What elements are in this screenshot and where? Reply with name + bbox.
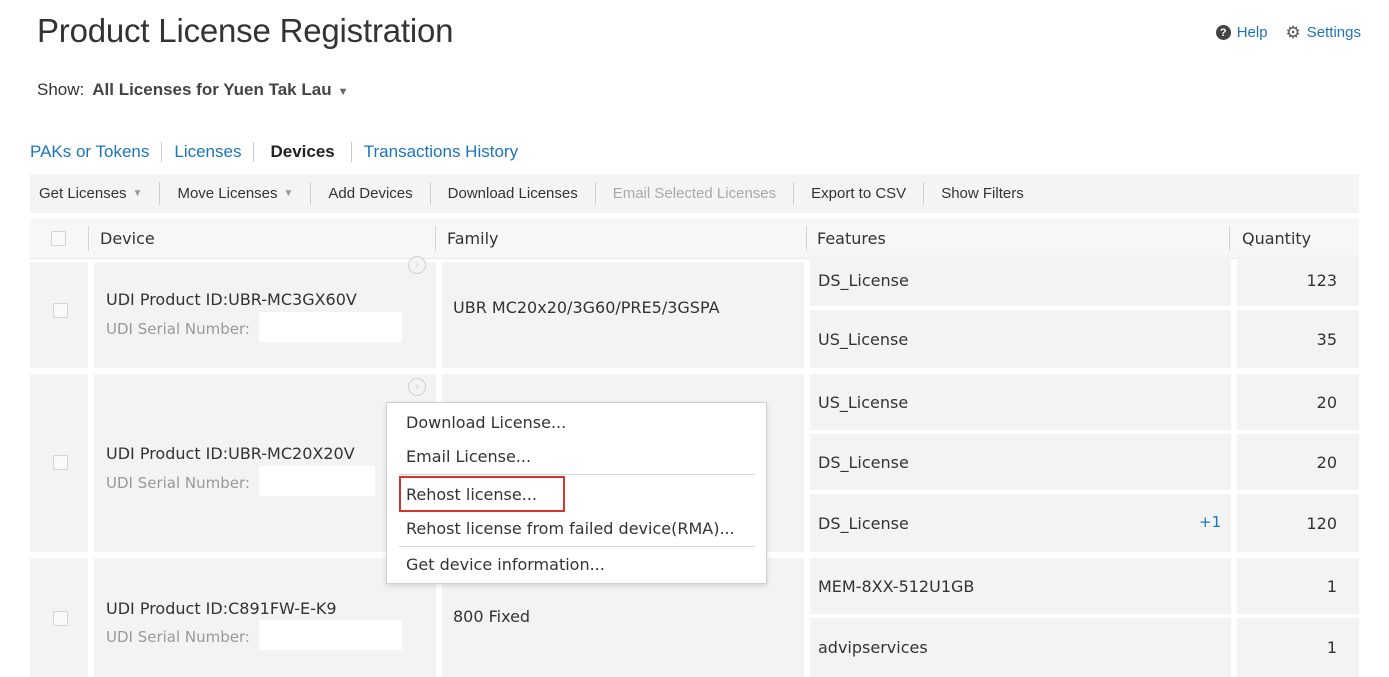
tab-transactions-history[interactable]: Transactions History (352, 142, 530, 162)
device-serial-label: UDI Serial Number: (106, 320, 250, 338)
column-header-device[interactable]: Device (100, 218, 155, 259)
device-product-id: UDI Product ID:C891FW-E-K9 (106, 599, 337, 618)
menu-item-rehost-rma[interactable]: Rehost license from failed device(RMA)..… (406, 519, 735, 538)
export-csv-button[interactable]: Export to CSV (794, 185, 923, 202)
column-divider (88, 226, 89, 251)
quantity-cell: 1 (1237, 618, 1359, 677)
tab-bar: PAKs or Tokens Licenses Devices Transact… (30, 142, 530, 162)
device-serial-label: UDI Serial Number: (106, 474, 250, 492)
download-licenses-button[interactable]: Download Licenses (431, 185, 595, 202)
device-serial-value (259, 312, 402, 342)
toolbar: Get Licenses ▼ Move Licenses ▼ Add Devices… (30, 174, 1359, 213)
menu-divider (399, 474, 755, 475)
feature-cell: advipservices (810, 618, 1231, 677)
show-filters-button[interactable]: Show Filters (924, 185, 1041, 202)
device-product-id: UDI Product ID:UBR-MC3GX60V (106, 290, 357, 309)
device-serial-label: UDI Serial Number: (106, 628, 250, 646)
menu-item-rehost-license[interactable]: Rehost license... (406, 485, 537, 504)
column-header-features[interactable]: Features (817, 218, 886, 259)
tab-licenses[interactable]: Licenses (162, 142, 253, 162)
feature-cell: DS_License (810, 255, 1231, 306)
help-label: Help (1236, 24, 1268, 41)
show-row: Show: All Licenses for Yuen Tak Lau ▼ (37, 80, 348, 100)
add-devices-button[interactable]: Add Devices (311, 185, 429, 202)
device-product-id: UDI Product ID:UBR-MC20X20V (106, 444, 355, 463)
feature-cell: DS_License (810, 434, 1231, 490)
row-actions-icon[interactable]: › (408, 256, 426, 274)
row-checkbox[interactable] (53, 611, 68, 626)
device-cell (94, 374, 436, 552)
chevron-down-icon: ▼ (132, 188, 143, 199)
help-link[interactable]: ? Help (1215, 24, 1268, 41)
get-licenses-label: Get Licenses (39, 185, 127, 202)
column-header-quantity[interactable]: Quantity (1242, 218, 1311, 259)
quantity-cell: 20 (1237, 374, 1359, 430)
row-checkbox[interactable] (53, 455, 68, 470)
gear-icon: ⚙ (1285, 23, 1301, 42)
select-all-checkbox[interactable] (51, 231, 66, 246)
quantity-cell: 120 (1237, 494, 1359, 552)
help-icon: ? (1215, 25, 1231, 40)
menu-divider (399, 546, 755, 547)
page-title: Product License Registration (37, 12, 454, 49)
move-licenses-button[interactable]: Move Licenses ▼ (160, 185, 310, 202)
feature-cell: US_License (810, 310, 1231, 368)
row-checkbox[interactable] (53, 303, 68, 318)
more-features-link[interactable]: +1 (1199, 513, 1221, 531)
quantity-cell: 35 (1237, 310, 1359, 368)
menu-item-get-device-info[interactable]: Get device information... (406, 555, 605, 574)
tab-devices[interactable]: Devices (254, 142, 350, 162)
column-divider (435, 226, 436, 251)
move-licenses-label: Move Licenses (177, 185, 278, 202)
column-header-family[interactable]: Family (447, 218, 498, 259)
show-value: All Licenses for Yuen Tak Lau (92, 80, 332, 99)
feature-cell: US_License (810, 374, 1231, 430)
column-divider (806, 226, 807, 251)
feature-cell: DS_License (810, 494, 1231, 552)
show-label: Show: (37, 80, 85, 99)
column-divider (1229, 226, 1230, 251)
device-family: 800 Fixed (453, 607, 531, 626)
top-links: ? Help ⚙ Settings (1215, 24, 1361, 41)
table-header: Device Family Features Quantity (30, 218, 1359, 259)
device-serial-value (259, 620, 402, 650)
device-serial-value (259, 466, 375, 496)
device-family: UBR MC20x20/3G60/PRE5/3GSPA (453, 298, 720, 317)
menu-item-email-license[interactable]: Email License... (406, 447, 531, 466)
chevron-down-icon: ▼ (337, 86, 349, 98)
select-all-cell (51, 218, 66, 259)
settings-label: Settings (1306, 24, 1361, 41)
row-context-menu: Download License... Email License... Reh… (386, 402, 767, 584)
show-dropdown[interactable]: All Licenses for Yuen Tak Lau ▼ (92, 80, 348, 100)
email-selected-licenses-button[interactable]: Email Selected Licenses (596, 185, 793, 202)
quantity-cell: 20 (1237, 434, 1359, 490)
settings-link[interactable]: ⚙ Settings (1286, 24, 1361, 41)
quantity-cell: 1 (1237, 558, 1359, 614)
get-licenses-button[interactable]: Get Licenses ▼ (30, 185, 159, 202)
menu-item-download-license[interactable]: Download License... (406, 413, 566, 432)
quantity-cell: 123 (1237, 255, 1359, 306)
tab-paks-or-tokens[interactable]: PAKs or Tokens (30, 142, 161, 162)
row-actions-icon[interactable]: › (408, 378, 426, 396)
chevron-down-icon: ▼ (283, 188, 294, 199)
feature-cell: MEM-8XX-512U1GB (810, 558, 1231, 614)
